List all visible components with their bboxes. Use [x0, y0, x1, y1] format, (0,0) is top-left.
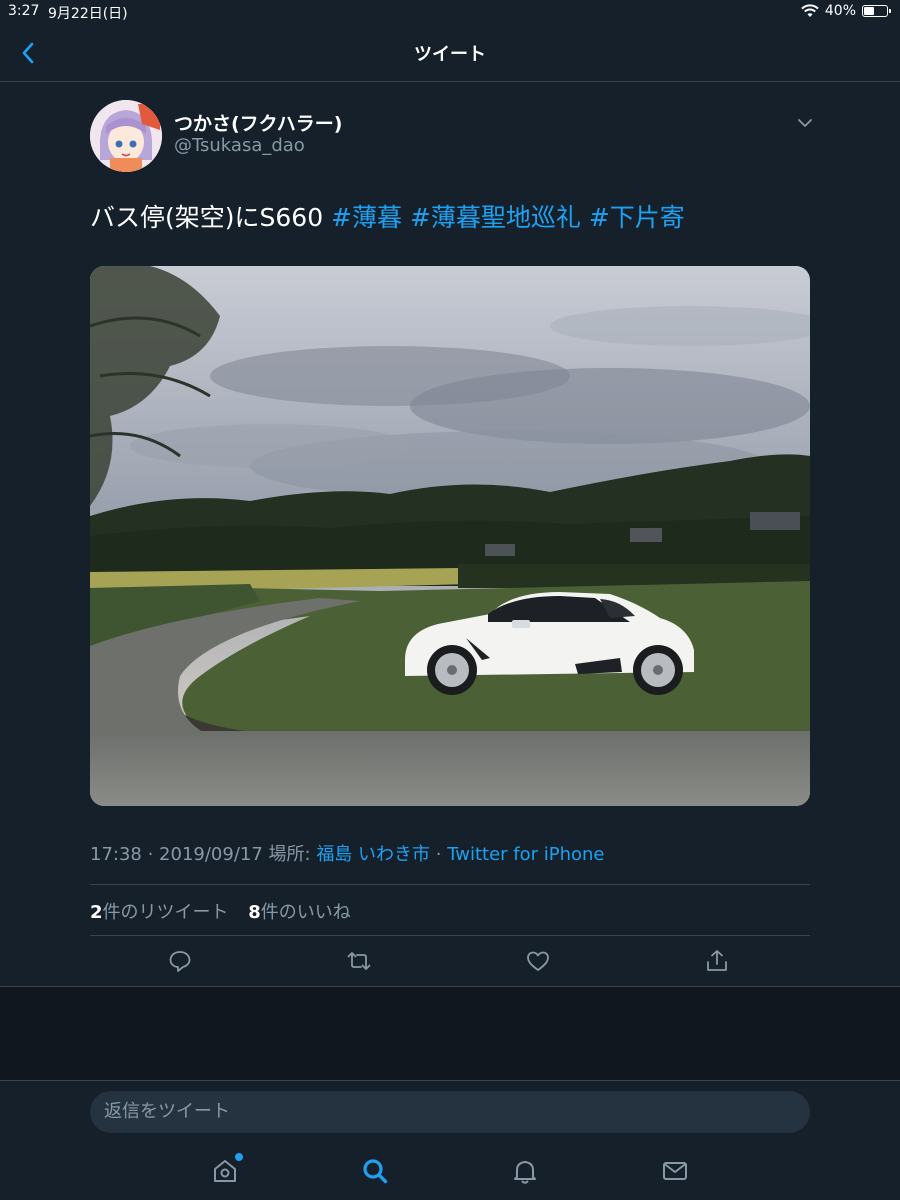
status-right: 40% [801, 3, 891, 19]
tweet-photo[interactable] [90, 266, 810, 806]
reply-icon[interactable] [167, 948, 193, 974]
location-link[interactable]: 福島 いわき市 [316, 844, 430, 865]
status-bar: 3:27 9月22日(日) 40% [0, 0, 900, 24]
divider [90, 935, 810, 936]
tweet-date: 2019/09/17 [159, 844, 263, 865]
tweet-stats: 2件のリツイート 8件のいいね [90, 898, 365, 924]
battery-percent: 40% [824, 3, 856, 19]
status-date: 9月22日(日) [48, 6, 128, 22]
tweet-meta: 17:38 · 2019/09/17 場所: 福島 いわき市 · Twitter… [90, 840, 605, 866]
hashtag-link[interactable]: #下片寄 [589, 203, 685, 232]
notifications-icon [514, 1161, 536, 1184]
tweet-text: バス停(架空)にS660 #薄暮 #薄暮聖地巡礼 #下片寄 [90, 200, 685, 236]
retweets-label: 件のリツイート [102, 902, 229, 923]
tab-home[interactable] [211, 1153, 243, 1185]
status-time: 3:27 [8, 3, 40, 19]
search-icon [363, 1159, 388, 1184]
divider [90, 884, 810, 885]
bottom-bar: 返信をツイート [0, 1080, 900, 1200]
unread-dot [235, 1153, 243, 1161]
retweet-icon[interactable] [346, 948, 372, 974]
likes-count: 8 [248, 902, 261, 923]
battery-icon [862, 5, 891, 17]
tab-messages[interactable] [661, 1157, 689, 1185]
tab-search[interactable] [361, 1157, 389, 1185]
wifi-icon [801, 4, 819, 17]
retweets-count: 2 [90, 902, 103, 923]
reply-input[interactable]: 返信をツイート [90, 1091, 810, 1133]
meta-separator: · [141, 844, 160, 865]
tweet-time: 17:38 [90, 844, 142, 865]
hashtag-link[interactable]: #薄暮 [331, 203, 402, 232]
page-title: ツイート [414, 44, 486, 65]
share-icon[interactable] [704, 948, 730, 974]
meta-separator: · [430, 844, 448, 865]
hashtag-link[interactable]: #薄暮聖地巡礼 [410, 203, 581, 232]
likes-stat[interactable]: 8件のいいね [248, 902, 351, 923]
author-name[interactable]: つかさ(フクハラー) [174, 109, 342, 136]
tweet-action-bar [90, 944, 810, 980]
source-link[interactable]: Twitter for iPhone [447, 844, 604, 865]
empty-area [0, 987, 900, 1080]
home-icon [214, 1160, 236, 1182]
likes-label: 件のいいね [260, 902, 351, 923]
tab-notifications[interactable] [511, 1157, 539, 1185]
caret-down-icon[interactable] [794, 112, 816, 134]
nav-bar: ツイート [0, 24, 900, 82]
like-icon[interactable] [525, 948, 551, 974]
location-label: 場所: [262, 844, 317, 865]
tweet-body: バス停(架空)にS660 [90, 203, 332, 232]
author-handle[interactable]: @Tsukasa_dao [174, 135, 305, 156]
messages-icon [663, 1162, 687, 1180]
retweets-stat[interactable]: 2件のリツイート [90, 902, 229, 923]
avatar[interactable] [90, 100, 162, 172]
